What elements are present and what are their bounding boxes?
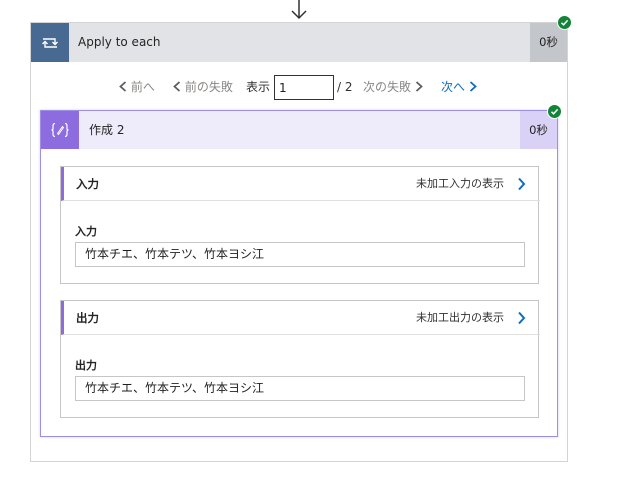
outputs-field-label: 出力 [75, 359, 97, 372]
connector-arrow-down-icon [288, 0, 310, 22]
outputs-section-title: 出力 [76, 311, 99, 325]
next-failed-button[interactable]: 次の失敗 [363, 74, 423, 100]
chevron-right-icon[interactable] [517, 311, 526, 325]
compose-title: 作成 2 [89, 123, 125, 137]
outputs-value-box: 竹本チエ、竹本テツ、竹本ヨシ江 [75, 376, 525, 401]
success-check-icon [547, 104, 562, 119]
iteration-pager: 前へ 前の失敗 表示 / 2 次の失敗 次へ [31, 74, 567, 100]
inputs-section-title: 入力 [76, 177, 99, 191]
chevron-right-icon [415, 81, 423, 92]
chevron-right-icon [469, 81, 477, 92]
show-label: 表示 [246, 80, 271, 94]
next-label: 次へ [441, 80, 466, 94]
loop-icon [31, 23, 69, 62]
previous-failed-label: 前の失敗 [184, 80, 233, 94]
previous-button[interactable]: 前へ [119, 74, 155, 100]
apply-to-each-title: Apply to each [78, 35, 161, 49]
chevron-left-icon [119, 81, 127, 92]
page-number-input[interactable] [274, 75, 334, 100]
outputs-section-header[interactable]: 出力 未加工出力の表示 [61, 301, 540, 335]
inputs-section-header[interactable]: 入力 未加工入力の表示 [61, 167, 540, 201]
next-failed-label: 次の失敗 [363, 80, 412, 94]
page-total: / 2 [337, 80, 353, 94]
previous-failed-button[interactable]: 前の失敗 [173, 74, 233, 100]
chevron-left-icon [173, 81, 181, 92]
compose-icon [41, 111, 79, 149]
inputs-value-box: 竹本チエ、竹本テツ、竹本ヨシ江 [75, 242, 525, 267]
success-check-icon [557, 15, 572, 30]
previous-label: 前へ [130, 80, 155, 94]
show-raw-outputs-link[interactable]: 未加工出力の表示 [416, 301, 504, 335]
inputs-field-label: 入力 [75, 225, 97, 238]
show-raw-inputs-link[interactable]: 未加工入力の表示 [416, 167, 504, 201]
outputs-section: 出力 未加工出力の表示 出力 竹本チエ、竹本テツ、竹本ヨシ江 [60, 300, 540, 418]
next-button[interactable]: 次へ [441, 74, 477, 100]
chevron-right-icon[interactable] [517, 177, 526, 191]
inputs-section: 入力 未加工入力の表示 入力 竹本チエ、竹本テツ、竹本ヨシ江 [60, 166, 540, 284]
